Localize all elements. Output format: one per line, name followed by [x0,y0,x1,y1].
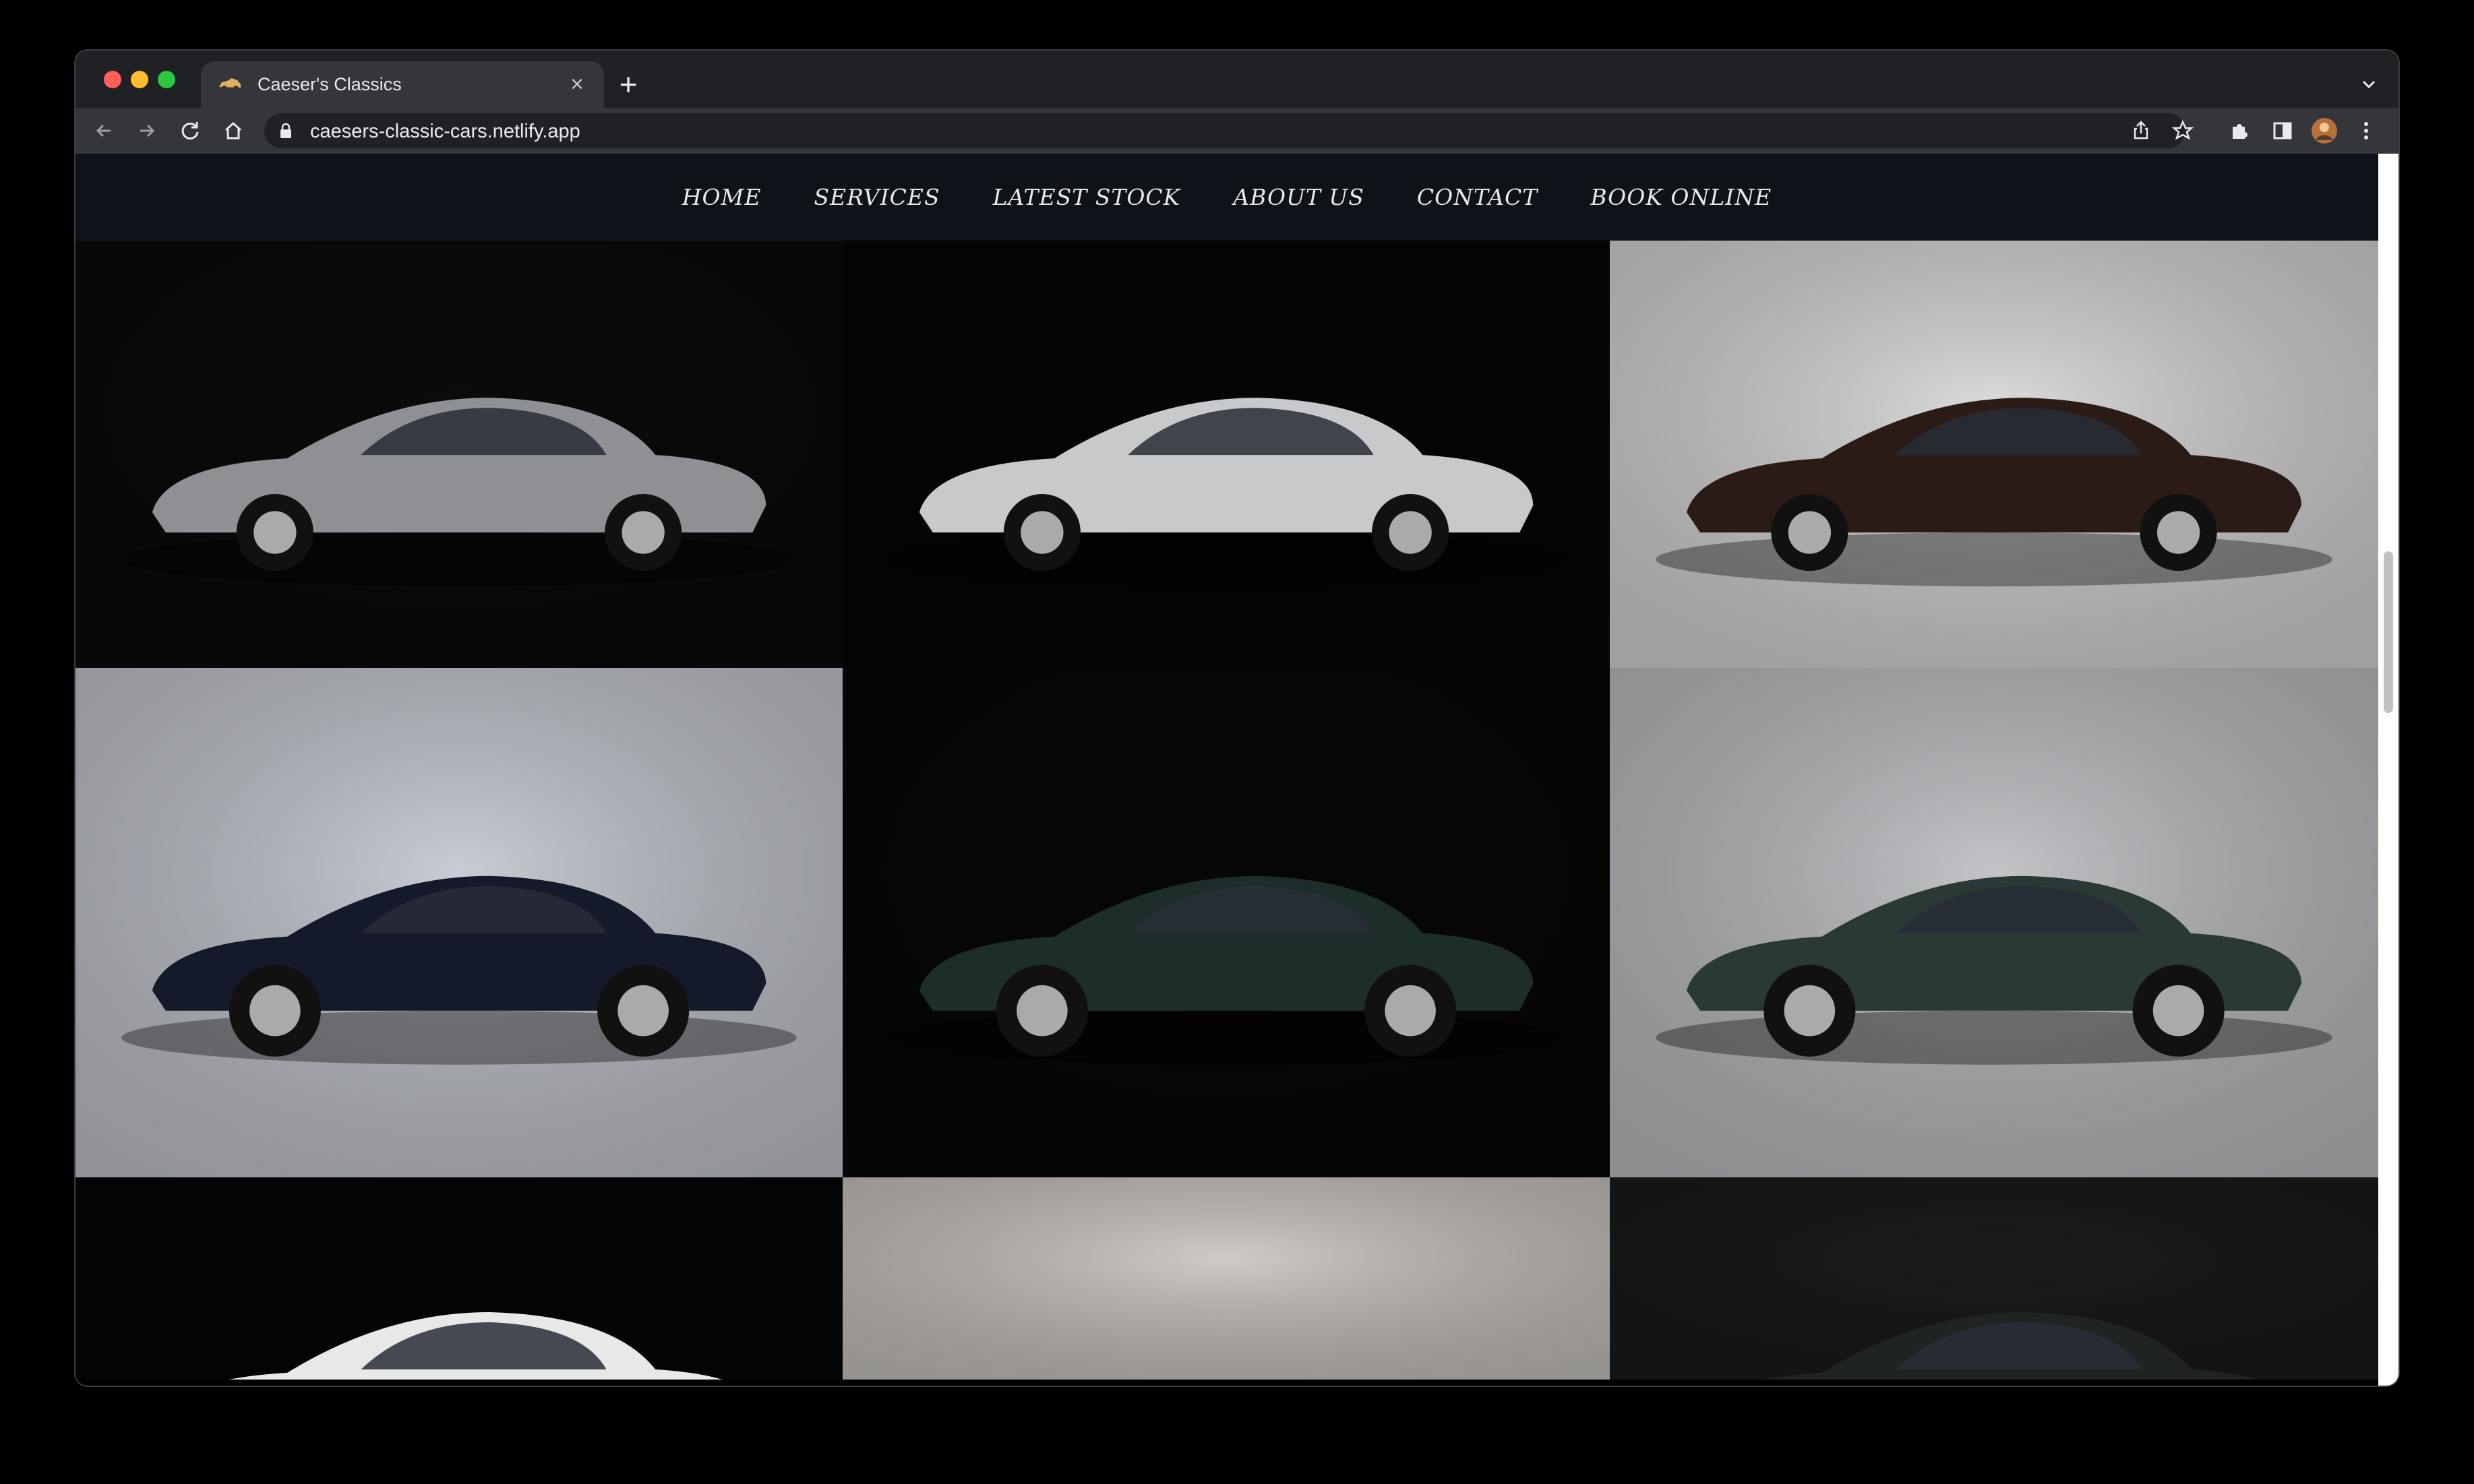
close-tab-icon[interactable]: × [564,71,591,98]
dark-coupe-photo [1610,1177,2378,1380]
new-tab-icon[interactable]: + [613,69,643,100]
profile-avatar[interactable] [2311,117,2338,144]
browser-window: Caeser's Classics × + caesers-classic-ca… [76,51,2398,1386]
menu-kebab-icon[interactable] [2353,117,2380,144]
nav-latest-stock[interactable]: LATEST STOCK [993,184,1181,210]
tab-title: Caeser's Classics [258,74,402,94]
nav-about-us[interactable]: ABOUT US [1233,184,1364,210]
close-window-button[interactable] [104,71,121,88]
extensions-puzzle-icon[interactable] [2226,117,2253,144]
white-coupe-photo [76,1177,843,1380]
nav-home[interactable]: HOME [682,184,762,210]
side-panel-icon[interactable] [2269,117,2296,144]
nav-contact[interactable]: CONTACT [1417,184,1538,210]
lock-icon[interactable] [279,123,293,139]
navy-corvette-stingray-photo [76,668,843,1177]
dark-green-e-type-photo [1610,668,2378,1177]
car-favicon-icon [219,78,241,91]
page-viewport: HOME SERVICES LATEST STOCK ABOUT US CONT… [76,154,2378,1386]
scrollbar-thumb[interactable] [2384,551,2393,713]
dark-brown-pagoda-roadster-photo [1610,241,2378,668]
url-text: caesers-classic-cars.netlify.app [310,121,580,142]
tab-strip: Caeser's Classics × + [76,51,2398,108]
silver-gullwing-doors-open-photo [843,241,1610,668]
browser-tab[interactable]: Caeser's Classics × [201,61,604,108]
nav-book-online[interactable]: BOOK ONLINE [1590,184,1772,210]
browser-toolbar: caesers-classic-cars.netlify.app [76,108,2398,154]
address-bar[interactable]: caesers-classic-cars.netlify.app [264,113,2185,148]
bookmark-star-icon[interactable] [2169,117,2196,144]
dark-green-miura-photo [843,668,1610,1177]
page-scrollbar[interactable] [2378,154,2398,1386]
tab-search-chevron-icon[interactable] [2355,71,2382,98]
site-navigation: HOME SERVICES LATEST STOCK ABOUT US CONT… [76,154,2378,241]
minimize-window-button[interactable] [131,71,148,88]
maximize-window-button[interactable] [158,71,175,88]
reload-icon[interactable] [177,117,204,144]
share-icon[interactable] [2128,117,2154,144]
nav-services[interactable]: SERVICES [814,184,940,210]
home-icon[interactable] [220,117,247,144]
back-arrow-icon[interactable] [90,117,117,144]
plain-grey-studio-photo [843,1177,1610,1380]
silver-gullwing-side-photo [76,241,843,668]
forward-arrow-icon[interactable] [133,117,160,144]
